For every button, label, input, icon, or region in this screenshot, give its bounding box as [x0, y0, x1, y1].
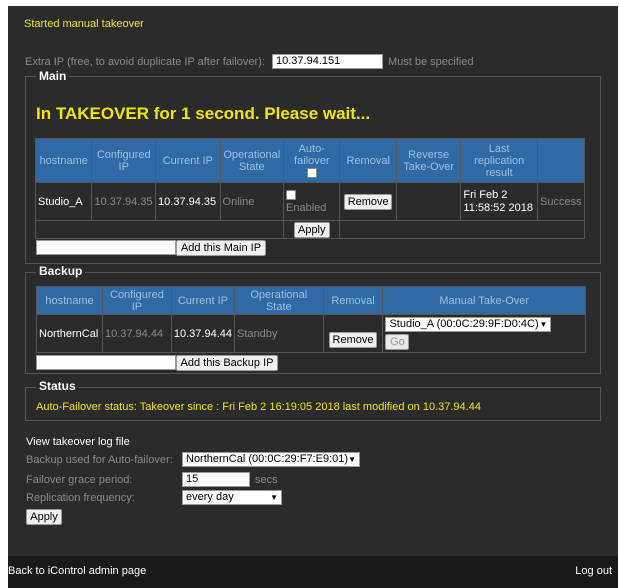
backup-auto-failover-select[interactable]: NorthernCal (00:0C:29:F7:E9:01) ▼	[182, 452, 360, 467]
takeover-target-value: Studio_A (00:0C:29:9F:D0:4C)	[389, 318, 539, 330]
add-backup-ip-input[interactable]	[36, 355, 176, 370]
replication-frequency-select[interactable]: every day ▼	[182, 490, 282, 505]
main-replication-result: Success	[537, 182, 585, 221]
auto-failover-status: Auto-Failover status: Takeover since : F…	[36, 401, 481, 413]
add-main-ip-button[interactable]: Add this Main IP	[176, 240, 266, 256]
extra-ip-note: Must be specified	[388, 56, 474, 68]
replication-frequency-value: every day	[186, 491, 234, 503]
backup-auto-failover-value: NorthernCal (00:0C:29:F7:E9:01)	[186, 453, 349, 465]
auto-failover-header-checkbox[interactable]	[306, 167, 317, 178]
col-operational-state: Operational State	[234, 286, 324, 315]
takeover-target-select[interactable]: Studio_A (00:0C:29:9F:D0:4C) ▼	[385, 317, 552, 332]
col-current-ip: Current IP	[155, 138, 221, 183]
auto-failover-checkbox[interactable]	[286, 189, 297, 200]
col-manual-takeover: Manual Take-Over	[382, 286, 586, 315]
replication-frequency-label: Replication frequency:	[26, 492, 135, 504]
extra-ip-label: Extra IP (free, to avoid duplicate IP af…	[25, 56, 265, 68]
col-auto-failover: Auto-failover	[283, 138, 341, 183]
chevron-down-icon: ▼	[539, 320, 548, 329]
main-remove-button[interactable]: Remove	[344, 193, 393, 210]
main-removal-cell: Remove	[339, 182, 397, 221]
col-operational-state: Operational State	[219, 138, 285, 183]
backup-current-ip: 10.37.94.44	[170, 314, 236, 353]
main-hostname: Studio_A	[34, 182, 93, 221]
main-configured-ip: 10.37.94.35	[91, 182, 157, 221]
takeover-go-button[interactable]: Go	[385, 334, 410, 350]
backup-table: hostname Configured IP Current IP Operat…	[36, 286, 586, 353]
main-current-ip: 10.37.94.35	[155, 182, 221, 221]
col-configured-ip: Configured IP	[101, 286, 172, 315]
main-apply-row: Apply	[34, 220, 585, 239]
status-legend: Status	[36, 379, 79, 393]
chevron-down-icon: ▼	[348, 455, 356, 464]
main-table: hostname Configured IP Current IP Operat…	[34, 138, 585, 239]
grace-period-unit: secs	[255, 474, 278, 486]
col-hostname: hostname	[36, 286, 103, 315]
status-message: Started manual takeover	[24, 18, 144, 30]
col-removal: Removal	[339, 138, 397, 183]
main-apply-cell: Apply	[283, 220, 341, 239]
backup-removal-cell: Remove	[322, 314, 384, 353]
col-hostname: hostname	[34, 138, 93, 183]
footer: Back to iControl admin page Log out	[8, 556, 618, 588]
backup-legend: Backup	[36, 264, 86, 278]
enabled-label: Enabled	[286, 201, 327, 214]
backup-remove-button[interactable]: Remove	[329, 331, 378, 348]
main-replication-date: Fri Feb 2 11:58:52 2018	[460, 182, 538, 221]
col-configured-ip: Configured IP	[91, 138, 157, 183]
main-table-row: Studio_A 10.37.94.35 10.37.94.35 Online …	[34, 182, 585, 221]
back-to-admin-link[interactable]: Back to iControl admin page	[8, 565, 146, 577]
backup-auto-failover-label: Backup used for Auto-failover:	[26, 454, 173, 466]
backup-table-row: NorthernCal 10.37.94.44 10.37.94.44 Stan…	[36, 314, 586, 353]
main-legend: Main	[36, 69, 70, 83]
col-current-ip: Current IP	[170, 286, 236, 315]
main-state: Online	[219, 182, 285, 221]
view-log-link[interactable]: View takeover log file	[26, 436, 130, 448]
chevron-down-icon: ▼	[270, 493, 278, 502]
grace-period-label: Failover grace period:	[26, 474, 133, 486]
grace-period-input[interactable]: 15	[182, 472, 250, 487]
backup-hostname: NorthernCal	[36, 314, 103, 353]
settings-apply-button[interactable]: Apply	[26, 509, 62, 525]
col-removal: Removal	[322, 286, 384, 315]
col-auto-failover-label: Auto-failover	[294, 142, 330, 167]
add-main-ip-input[interactable]	[36, 240, 176, 255]
main-auto-failover-cell: Enabled	[283, 182, 341, 221]
backup-state: Standby	[234, 314, 324, 353]
takeover-panel: Started manual takeover Extra IP (free, …	[8, 6, 618, 556]
add-backup-ip-button[interactable]: Add this Backup IP	[176, 355, 278, 371]
backup-configured-ip: 10.37.94.44	[101, 314, 172, 353]
col-replication-result	[537, 138, 585, 183]
logout-link[interactable]: Log out	[575, 565, 612, 577]
col-reverse-takeover: Reverse Take-Over	[395, 138, 462, 183]
col-last-replication: Last replication result	[460, 138, 538, 183]
manual-takeover-cell: Studio_A (00:0C:29:9F:D0:4C) ▼ Go	[382, 314, 586, 353]
extra-ip-input[interactable]: 10.37.94.151	[272, 54, 383, 69]
main-reverse-takeover-cell	[395, 182, 462, 221]
main-apply-button[interactable]: Apply	[293, 221, 330, 238]
takeover-banner: In TAKEOVER for 1 second. Please wait...	[36, 104, 371, 123]
